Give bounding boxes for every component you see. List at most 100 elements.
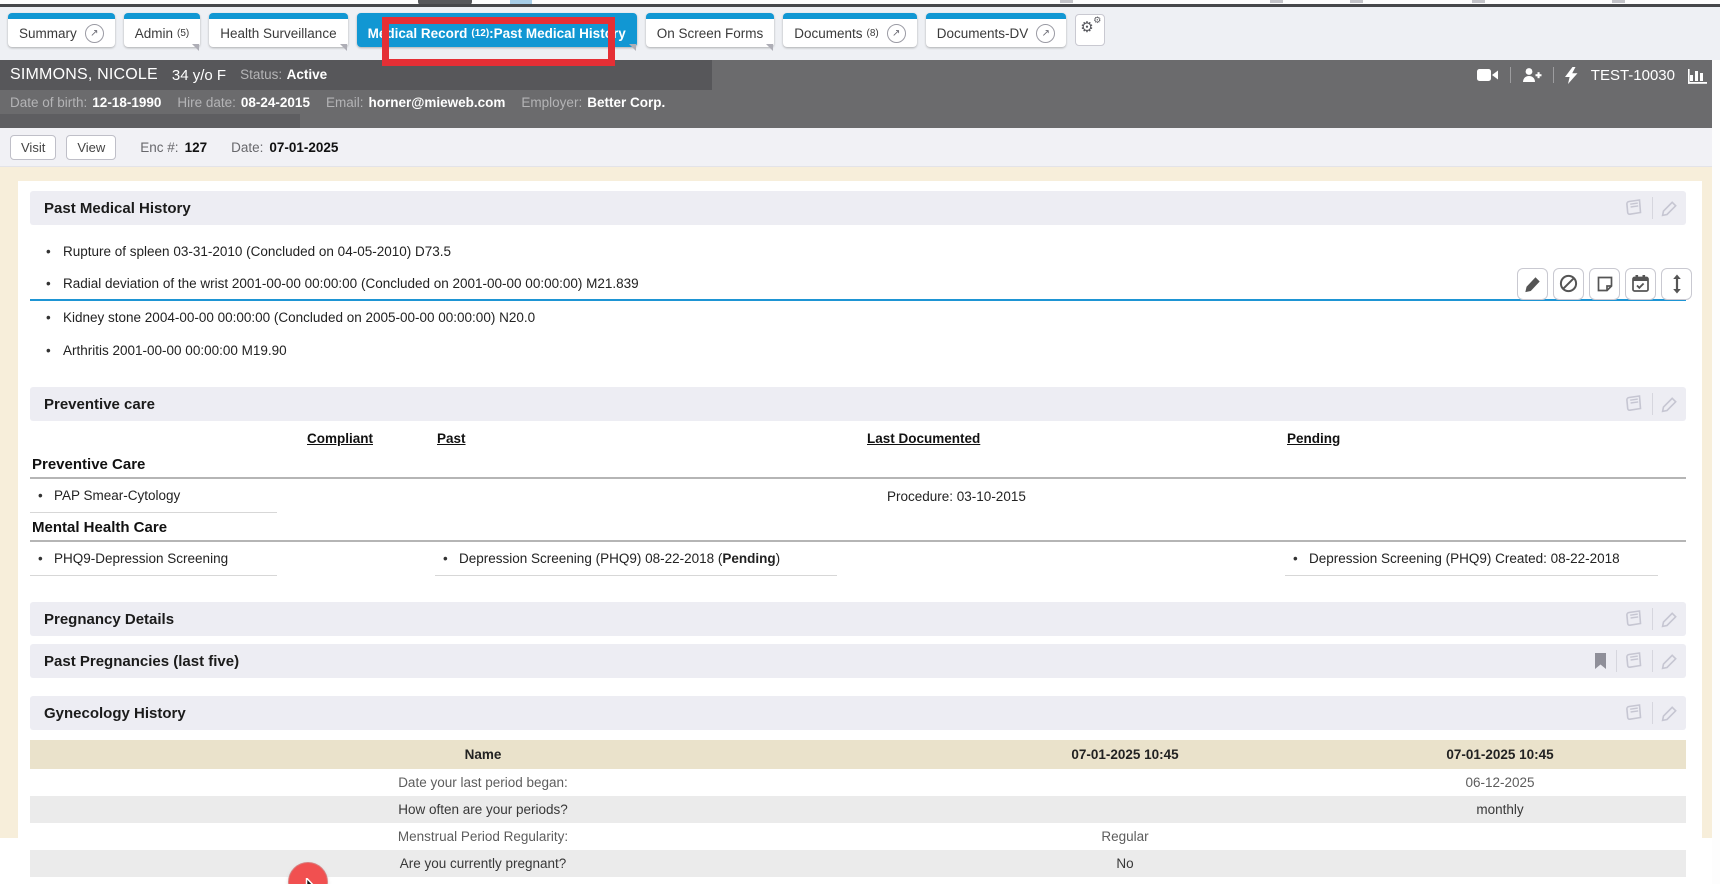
gyn-value: Regular (936, 829, 1314, 844)
section-header[interactable]: Past Medical History (30, 191, 1686, 225)
hire-date-value: 08-24-2015 (241, 95, 310, 110)
section-header[interactable]: Pregnancy Details (30, 602, 1686, 636)
divider (1652, 608, 1653, 630)
tab-count: (12) (471, 28, 489, 39)
divider (1510, 67, 1511, 83)
calendar-check-button[interactable] (1625, 268, 1656, 300)
book-icon[interactable] (1625, 652, 1644, 671)
move-vertical-button[interactable] (1661, 268, 1692, 300)
book-icon[interactable] (1625, 610, 1644, 629)
chart-page: Past Medical History Rupture of spleen 0… (0, 167, 1712, 838)
popout-icon[interactable]: ↗ (1036, 24, 1055, 43)
pencil-icon[interactable] (1661, 705, 1678, 722)
pmh-item[interactable]: Kidney stone 2004-00-00 00:00:00 (Conclu… (30, 301, 1686, 334)
popout-icon[interactable]: ↗ (85, 24, 104, 43)
book-icon[interactable] (1625, 199, 1644, 218)
tab-label: On Screen Forms (657, 26, 764, 41)
pmh-item[interactable]: Rupture of spleen 03-31-2010 (Concluded … (30, 235, 1686, 268)
patient-banner-row2: Date of birth: 12-18-1990 Hire date: 08-… (0, 90, 1712, 114)
section-header[interactable]: Gynecology History (30, 696, 1686, 730)
webchart-app: Summary ↗ Admin (5) Health Surveillance … (0, 0, 1720, 884)
section-header[interactable]: Past Pregnancies (last five) (30, 644, 1686, 678)
bar-chart-icon[interactable] (1688, 67, 1708, 84)
group-preventive-care: Preventive Care (30, 450, 1686, 479)
divider (1553, 67, 1554, 83)
pmh-item-hovered[interactable]: Radial deviation of the wrist 2001-00-00… (30, 268, 1686, 301)
employer-label: Employer: (521, 95, 582, 110)
tab-admin[interactable]: Admin (5) (124, 13, 201, 47)
gyn-question: Menstrual Period Regularity: (30, 829, 936, 844)
dob-label: Date of birth: (10, 95, 87, 110)
lightning-bolt-icon[interactable] (1565, 67, 1578, 84)
banner-actions: TEST-10030 (1477, 60, 1708, 90)
tab-sublabel: :Past Medical History (489, 26, 626, 41)
patient-identity: SIMMONS, NICOLE 34 y/o F Status: Active (0, 60, 712, 90)
section-title: Past Pregnancies (last five) (44, 653, 239, 670)
video-camera-icon[interactable] (1477, 67, 1499, 83)
tab-settings-button[interactable]: ⚙ ⚙ (1075, 14, 1105, 46)
note-button[interactable] (1589, 268, 1620, 300)
status-label: Status: (240, 67, 282, 82)
mouse-cursor-icon (303, 878, 329, 884)
hire-date-label: Hire date: (177, 95, 236, 110)
gyn-value: monthly (1314, 802, 1686, 817)
pmh-list: Rupture of spleen 03-31-2010 (Concluded … (30, 235, 1686, 367)
status-value: Active (287, 67, 328, 82)
patient-banner-row3 (0, 114, 1712, 128)
tab-count: (8) (867, 28, 879, 39)
divider (1652, 650, 1653, 672)
divider (1652, 702, 1653, 724)
last-documented-cell: Procedure: 03-10-2015 (865, 479, 1285, 513)
pmh-item[interactable]: Arthritis 2001-00-00 00:00:00 M19.90 (30, 334, 1686, 367)
past-cell: Depression Screening (PHQ9) 08-22-2018 (… (435, 542, 837, 576)
gear-icon: ⚙ (1093, 17, 1101, 26)
popout-icon[interactable]: ↗ (887, 24, 906, 43)
divider (1652, 393, 1653, 415)
group-mental-health-care: Mental Health Care (30, 513, 1686, 542)
bookmark-icon[interactable] (1593, 652, 1608, 670)
browser-chrome-remnant (0, 0, 1720, 7)
column-header-past: Past (435, 425, 865, 450)
chrome-fragment (1350, 0, 1363, 3)
gyn-table-header-row: Name 07-01-2025 10:45 07-01-2025 10:45 (30, 740, 1686, 769)
tab-label: Summary (19, 26, 77, 41)
column-header-spacer (30, 425, 305, 450)
tab-on-screen-forms[interactable]: On Screen Forms (646, 13, 775, 47)
pencil-icon[interactable] (1661, 611, 1678, 628)
prohibited-button[interactable] (1553, 268, 1584, 300)
person-add-icon[interactable] (1522, 67, 1542, 83)
preventive-item: PHQ9-Depression Screening (30, 542, 277, 576)
section-header[interactable]: Preventive care (30, 387, 1686, 421)
tab-documents-dv[interactable]: Documents-DV ↗ (926, 13, 1067, 47)
pencil-icon[interactable] (1661, 653, 1678, 670)
chrome-fragment (1612, 0, 1625, 3)
compliant-cell (305, 542, 435, 576)
section-pregnancy-details: Pregnancy Details (30, 602, 1686, 636)
enc-date-value: 07-01-2025 (269, 140, 338, 155)
tab-health-surveillance[interactable]: Health Surveillance (209, 13, 347, 47)
section-title: Pregnancy Details (44, 611, 174, 628)
visit-button[interactable]: Visit (10, 135, 56, 160)
preventive-item: PAP Smear-Cytology (30, 479, 277, 513)
pmh-item-text: Kidney stone 2004-00-00 00:00:00 (Conclu… (63, 310, 535, 325)
pencil-icon[interactable] (1661, 396, 1678, 413)
gyn-table-row: Are you currently pregnant? No (30, 850, 1686, 877)
gyn-question: Are you currently pregnant? (30, 856, 936, 871)
gyn-table-row: Date your last period began: 06-12-2025 (30, 769, 1686, 796)
gyn-table-row: Menstrual Period Regularity: Regular (30, 823, 1686, 850)
tab-summary[interactable]: Summary ↗ (8, 13, 115, 47)
view-button[interactable]: View (66, 135, 116, 160)
tab-medical-record-active[interactable]: Medical Record (12) :Past Medical Histor… (357, 13, 637, 47)
divider (1652, 197, 1653, 219)
chrome-fragment (1270, 0, 1283, 3)
section-past-pregnancies: Past Pregnancies (last five) (30, 644, 1686, 678)
book-icon[interactable] (1625, 395, 1644, 414)
gynecology-history-table: Name 07-01-2025 10:45 07-01-2025 10:45 D… (30, 740, 1686, 884)
book-icon[interactable] (1625, 704, 1644, 723)
section-title: Preventive care (44, 396, 155, 413)
tab-documents[interactable]: Documents (8) ↗ (783, 13, 917, 47)
gyn-question: Date your last period began: (30, 775, 936, 790)
preventive-care-table: Compliant Past Last Documented Pending P… (30, 425, 1686, 576)
pencil-icon[interactable] (1661, 200, 1678, 217)
edit-pencil-button[interactable] (1517, 268, 1548, 300)
